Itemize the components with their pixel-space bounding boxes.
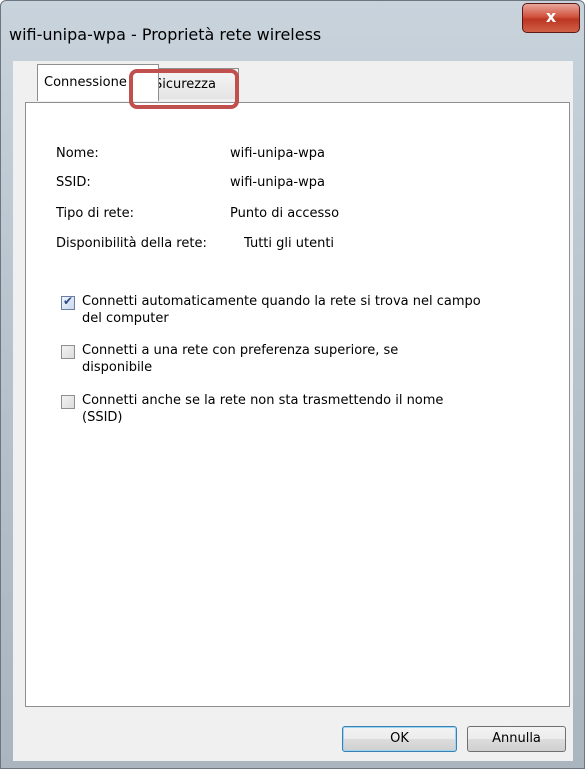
window-title: wifi-unipa-wpa - Proprietà rete wireless bbox=[9, 25, 322, 44]
close-icon: x bbox=[545, 7, 557, 26]
availability-value: Tutti gli utenti bbox=[244, 236, 335, 251]
cancel-button[interactable]: Annulla bbox=[467, 726, 566, 752]
availability-label: Disponibilità della rete: bbox=[56, 236, 207, 251]
auto-connect-label[interactable]: Connetti automaticamente quando la rete … bbox=[82, 293, 502, 327]
connect-hidden-label[interactable]: Connetti anche se la rete non sta trasme… bbox=[82, 392, 472, 426]
name-value: wifi-unipa-wpa bbox=[230, 146, 325, 161]
dialog-window: wifi-unipa-wpa - Proprietà rete wireless… bbox=[0, 0, 585, 769]
network-type-value: Punto di accesso bbox=[230, 206, 340, 221]
title-bar[interactable]: wifi-unipa-wpa - Proprietà rete wireless… bbox=[1, 1, 585, 51]
name-label: Nome: bbox=[56, 146, 99, 161]
prefer-network-checkbox[interactable] bbox=[61, 345, 75, 359]
close-button[interactable]: x bbox=[522, 3, 580, 33]
auto-connect-checkbox[interactable] bbox=[61, 294, 75, 310]
network-type-label: Tipo di rete: bbox=[56, 206, 135, 221]
prefer-network-label[interactable]: Connetti a una rete con preferenza super… bbox=[82, 342, 472, 376]
connect-hidden-checkbox[interactable] bbox=[61, 395, 75, 409]
ssid-label: SSID: bbox=[56, 175, 91, 190]
ok-button[interactable]: OK bbox=[342, 726, 457, 752]
tab-highlight-annotation bbox=[129, 69, 239, 109]
ssid-value: wifi-unipa-wpa bbox=[230, 175, 325, 190]
tab-content-panel: Nome: wifi-unipa-wpa SSID: wifi-unipa-wp… bbox=[25, 102, 570, 707]
